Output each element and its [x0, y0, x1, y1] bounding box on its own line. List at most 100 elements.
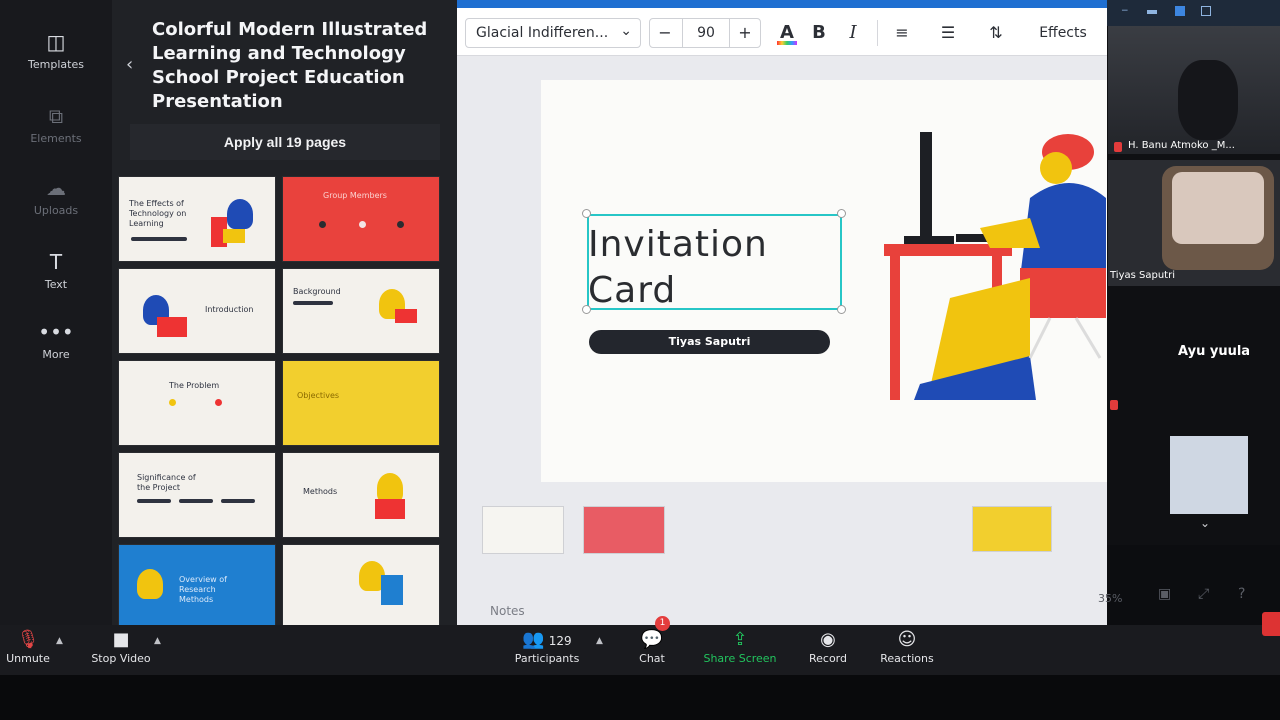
- unmute-button[interactable]: 🎙 Unmute: [4, 628, 52, 665]
- gallery-view-icon[interactable]: [1201, 6, 1211, 16]
- rail-uploads[interactable]: ☁ Uploads: [0, 176, 112, 217]
- template-thumb-5[interactable]: The Problem: [118, 360, 276, 446]
- video-options-caret-icon[interactable]: ▲: [154, 636, 161, 646]
- templates-icon: ◫: [46, 30, 66, 54]
- monitor-stand: [904, 236, 954, 244]
- text-color-button[interactable]: A: [775, 18, 799, 48]
- page-thumb-1[interactable]: [482, 506, 564, 554]
- thumb-text: Objectives: [297, 391, 340, 400]
- chat-button[interactable]: 💬 Chat: [632, 628, 672, 665]
- video-panel-header: −: [1107, 0, 1280, 26]
- page-thumb-5[interactable]: [876, 506, 958, 554]
- page-thumb-3[interactable]: [684, 506, 766, 554]
- reactions-button[interactable]: ☺ Reactions: [876, 628, 938, 665]
- video-tile-2[interactable]: [1108, 160, 1280, 286]
- text-icon: T: [49, 250, 63, 274]
- template-thumb-3[interactable]: Introduction: [118, 268, 276, 354]
- align-left-icon[interactable]: ≡: [889, 18, 915, 48]
- page-count-icon[interactable]: ▣: [1158, 586, 1171, 602]
- view-icon[interactable]: [1147, 10, 1157, 14]
- participant-photo: [1170, 436, 1248, 514]
- record-button[interactable]: ◉ Record: [804, 628, 852, 665]
- back-chevron-icon[interactable]: ‹: [126, 54, 133, 75]
- thumb-figure-legs: [223, 229, 245, 243]
- stop-video-button[interactable]: ■ Stop Video: [86, 628, 156, 665]
- record-label: Record: [808, 652, 847, 665]
- page-thumb-4[interactable]: [778, 506, 860, 554]
- video-tile-4[interactable]: [1108, 420, 1280, 542]
- effects-button[interactable]: Effects: [1033, 18, 1093, 48]
- italic-button[interactable]: I: [841, 18, 865, 48]
- rail-templates-label: Templates: [28, 58, 84, 71]
- chair-leg: [1074, 317, 1102, 359]
- template-thumbnails: The Effects of Technology on Learning Gr…: [118, 176, 448, 625]
- thumb-figure-body: [375, 499, 405, 519]
- share-screen-button[interactable]: ⇪ Share Screen: [702, 628, 778, 665]
- chat-icon: 💬: [640, 629, 664, 650]
- font-family-value: Glacial Indifferen...: [476, 25, 609, 41]
- page-thumb-6[interactable]: [972, 506, 1052, 552]
- thumb-bar: [293, 301, 333, 305]
- line-spacing-icon[interactable]: ⇅: [983, 18, 1009, 48]
- template-thumb-4[interactable]: Background: [282, 268, 440, 354]
- thumb-text: The Effects of Technology on Learning: [129, 199, 187, 228]
- mic-muted-icon: [1110, 400, 1118, 410]
- font-size-increase-button[interactable]: +: [732, 23, 758, 42]
- toolbar-divider: [877, 20, 878, 46]
- template-thumb-6[interactable]: Objectives: [282, 360, 440, 446]
- resize-handle[interactable]: [582, 209, 591, 218]
- thumb-dot: [359, 221, 366, 228]
- desk-leg: [890, 256, 900, 400]
- thumb-text: Significance of the Project: [137, 473, 196, 492]
- font-size-input[interactable]: 90: [682, 19, 730, 47]
- apply-all-pages-button[interactable]: Apply all 19 pages: [130, 124, 440, 160]
- chevron-down-icon[interactable]: ⌄: [1200, 516, 1210, 530]
- thumb-text: Introduction: [205, 305, 254, 314]
- end-meeting-edge[interactable]: [1262, 612, 1280, 636]
- resize-handle[interactable]: [837, 209, 846, 218]
- template-title: Colorful Modern Illustrated Learning and…: [152, 19, 428, 112]
- template-thumb-1[interactable]: The Effects of Technology on Learning: [118, 176, 276, 262]
- more-icon: •••: [38, 320, 74, 344]
- participants-caret-icon[interactable]: ▲: [596, 636, 603, 646]
- page-thumb-2[interactable]: [583, 506, 665, 554]
- participant-name-1: H. Banu Atmoko _M...: [1128, 140, 1235, 151]
- speaker-view-icon[interactable]: [1175, 6, 1185, 16]
- notes-button[interactable]: Notes: [490, 604, 525, 618]
- template-thumb-7[interactable]: Significance of the Project: [118, 452, 276, 538]
- slide-title-text[interactable]: Invitation Card: [588, 222, 838, 314]
- rail-templates[interactable]: ◫ Templates: [0, 30, 112, 71]
- resize-handle[interactable]: [837, 305, 846, 314]
- reactions-label: Reactions: [880, 652, 934, 665]
- chair-leg: [1028, 317, 1052, 359]
- template-thumb-10[interactable]: [282, 544, 440, 625]
- camera-icon: ■: [112, 629, 130, 650]
- chevron-down-icon: ⌄: [620, 23, 632, 39]
- presenter-name-pill[interactable]: Tiyas Saputri: [589, 330, 830, 354]
- template-thumb-9[interactable]: Overview of Research Methods: [118, 544, 276, 625]
- text-color-label: A: [780, 22, 794, 43]
- font-size-decrease-button[interactable]: −: [652, 23, 678, 42]
- thumb-figure-body: [381, 575, 403, 605]
- participants-button[interactable]: 👥 129 Participants: [512, 628, 582, 665]
- font-family-select[interactable]: Glacial Indifferen... ⌄: [465, 18, 641, 48]
- audio-options-caret-icon[interactable]: ▲: [56, 636, 63, 646]
- video-tile-1[interactable]: [1108, 26, 1280, 154]
- zoom-level[interactable]: 35%: [1098, 592, 1122, 605]
- rail-more[interactable]: ••• More: [0, 320, 112, 361]
- help-icon[interactable]: ?: [1238, 586, 1245, 602]
- text-toolbar: Glacial Indifferen... ⌄ − 90 + A B I ≡ ☰…: [457, 8, 1107, 56]
- template-thumb-2[interactable]: Group Members: [282, 176, 440, 262]
- bold-button[interactable]: B: [807, 18, 831, 48]
- rail-more-label: More: [42, 348, 70, 361]
- minimize-icon[interactable]: −: [1121, 6, 1131, 16]
- template-thumb-8[interactable]: Methods: [282, 452, 440, 538]
- bullet-list-icon[interactable]: ☰: [935, 18, 961, 48]
- rail-elements[interactable]: ⧉ Elements: [0, 104, 112, 145]
- thumb-dot: [169, 399, 176, 406]
- participants-label: Participants: [514, 652, 580, 665]
- share-screen-icon: ⇪: [732, 629, 748, 650]
- rail-text[interactable]: T Text: [0, 250, 112, 291]
- participant-name-3: Ayu yuula: [1178, 344, 1251, 359]
- fullscreen-icon[interactable]: ⤢: [1198, 586, 1209, 602]
